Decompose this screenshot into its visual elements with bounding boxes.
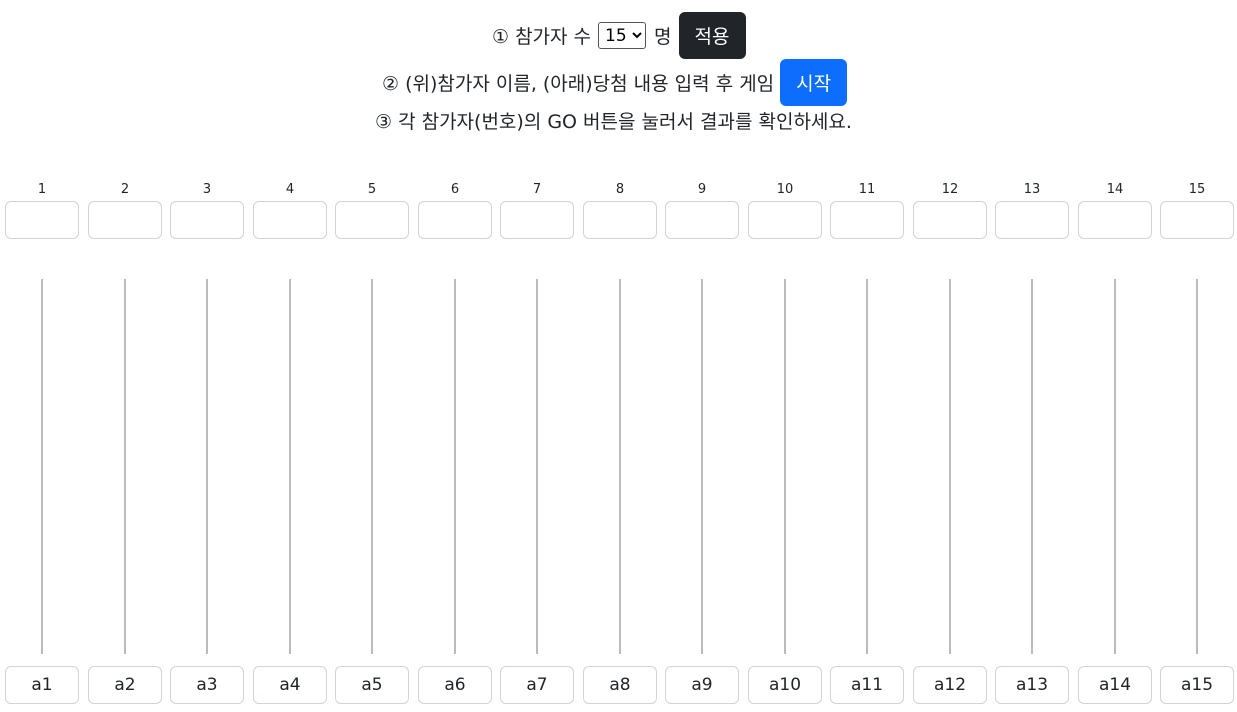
prize-input[interactable] [418,666,492,704]
participant-name-input[interactable] [995,201,1069,239]
participant-name-input[interactable] [5,201,79,239]
participant-number-label: 6 [450,182,460,197]
prize-input[interactable] [500,666,574,704]
step2-text: ② (위)참가자 이름, (아래)당첨 내용 입력 후 게임 [382,73,775,95]
prize-input[interactable] [335,666,409,704]
participant-name-input[interactable] [253,201,327,239]
prize-input[interactable] [995,666,1069,704]
ladder-line [124,279,126,654]
participant-name-input[interactable] [583,201,657,239]
participant-number-label: 11 [858,182,876,197]
participant-number-label: 14 [1106,182,1124,197]
step1-row: ① 참가자 수 15 명 적용 [492,12,746,59]
participant-number-label: 12 [941,182,959,197]
participant-number-label: 9 [697,182,707,197]
participant-number-label: 2 [120,182,130,197]
prize-input[interactable] [665,666,739,704]
ladder-line [619,279,621,654]
step1-suffix: 명 [654,26,672,48]
prize-input[interactable] [5,666,79,704]
participant-count-select[interactable]: 15 [598,22,647,49]
prize-input[interactable] [1078,666,1152,704]
participant-number-label: 4 [285,182,295,197]
participant-name-input[interactable] [913,201,987,239]
participant-number-label: 7 [532,182,542,197]
ladder-line [701,279,703,654]
participant-name-input[interactable] [88,201,162,239]
participant-name-input[interactable] [500,201,574,239]
participant-name-input[interactable] [748,201,822,239]
step1-prefix: ① 참가자 수 [492,26,592,48]
step3-text: ③ 각 참가자(번호)의 GO 버튼을 눌러서 결과를 확인하세요. [375,110,852,133]
ladder-line [206,279,208,654]
participant-name-input[interactable] [830,201,904,239]
participant-number-label: 3 [202,182,212,197]
participant-number-label: 10 [776,182,794,197]
participant-number-label: 1 [37,182,47,197]
prize-input[interactable] [88,666,162,704]
participant-number-label: 15 [1188,182,1206,197]
participant-name-input[interactable] [1160,201,1234,239]
step3-row: ③ 각 참가자(번호)의 GO 버튼을 눌러서 결과를 확인하세요. [375,106,852,134]
ladder-line [949,279,951,654]
participant-name-input[interactable] [665,201,739,239]
participant-name-input[interactable] [335,201,409,239]
ladder-line [1031,279,1033,654]
participant-number-label: 8 [615,182,625,197]
participant-name-input[interactable] [1078,201,1152,239]
prize-input[interactable] [583,666,657,704]
ladder-line [454,279,456,654]
step2-row: ② (위)참가자 이름, (아래)당첨 내용 입력 후 게임 시작 [382,59,848,106]
prize-input[interactable] [748,666,822,704]
participant-name-input[interactable] [418,201,492,239]
participant-name-input[interactable] [170,201,244,239]
prize-input[interactable] [1160,666,1234,704]
ladder-line [1114,279,1116,654]
participant-number-label: 5 [367,182,377,197]
ladder-line [371,279,373,654]
participant-number-label: 13 [1023,182,1041,197]
ladder-line [536,279,538,654]
ladder-line [289,279,291,654]
prize-input[interactable] [913,666,987,704]
ladder-line [1196,279,1198,654]
ladder-line [41,279,43,654]
apply-button[interactable]: 적용 [678,12,746,59]
ladder-line [784,279,786,654]
prize-input[interactable] [830,666,904,704]
prize-input[interactable] [253,666,327,704]
start-button[interactable]: 시작 [780,59,848,106]
ladder-line [866,279,868,654]
prize-input[interactable] [170,666,244,704]
